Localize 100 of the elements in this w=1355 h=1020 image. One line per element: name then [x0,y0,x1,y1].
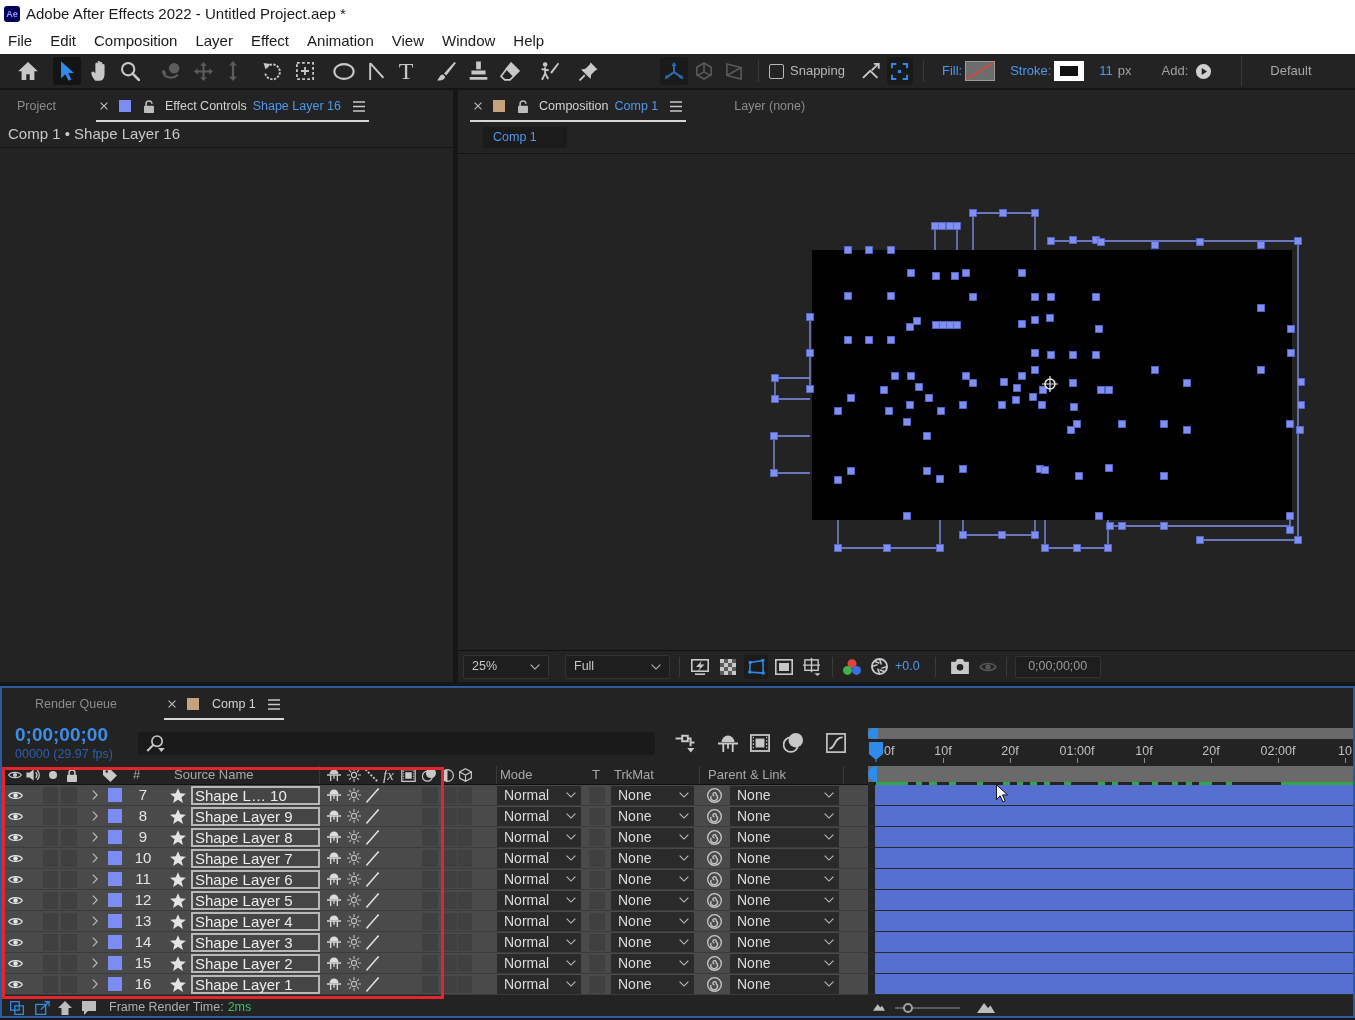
stroke-swatch[interactable] [1054,61,1085,81]
slash-icon[interactable] [366,976,379,992]
mode-dropdown[interactable]: Normal [497,785,581,805]
parent-dropdown[interactable]: None [730,932,839,952]
parent-dropdown[interactable]: None [730,785,839,805]
menu-item[interactable]: Help [513,29,545,53]
dome-icon[interactable] [327,873,341,885]
layer-name[interactable]: Shape Layer 4 [191,911,320,931]
exposure-value[interactable]: +0.0 [895,657,920,676]
switch-box[interactable] [444,870,457,888]
switch-box[interactable] [61,786,77,804]
sun-icon[interactable] [347,935,361,949]
mode-dropdown[interactable]: Normal [497,806,581,826]
spiral-icon[interactable] [707,955,722,971]
mode-dropdown[interactable]: Normal [497,911,581,931]
layer-row[interactable]: 11 Shape Layer 6 Normal None None [2,869,868,890]
label-swatch[interactable] [108,893,122,907]
slash-icon[interactable] [366,955,379,971]
snap-option-button[interactable] [886,57,913,85]
menu-item[interactable]: Animation [307,29,374,53]
spiral-icon[interactable] [707,892,722,908]
sun-icon[interactable] [347,872,361,886]
timecode-field[interactable]: 0;00;00;00 [1014,655,1101,678]
overlapping-squares-icon[interactable] [10,1000,24,1015]
label-swatch[interactable] [108,914,122,928]
expand-chevron-icon[interactable] [92,937,98,947]
lock-icon[interactable] [518,99,528,113]
parent-dropdown[interactable]: None [730,890,839,910]
switch-box[interactable] [444,912,457,930]
layer-row[interactable]: 15 Shape Layer 2 Normal None None [2,953,868,974]
spiral-icon[interactable] [707,808,722,824]
current-time[interactable]: 0;00;00;00 [15,725,135,745]
slash-icon[interactable] [366,829,379,845]
speech-bubble-icon[interactable] [82,1000,96,1015]
mode-dropdown[interactable]: Normal [497,974,581,994]
switch-box[interactable] [589,786,605,804]
camera-icon[interactable] [950,659,969,674]
expand-chevron-icon[interactable] [92,790,98,800]
dome-icon[interactable] [327,957,341,969]
expand-chevron-icon[interactable] [92,895,98,905]
menu-item[interactable]: Composition [94,29,178,53]
slash-icon[interactable] [366,871,379,887]
sun-icon[interactable] [347,788,361,802]
spiral-icon[interactable] [707,934,722,950]
lock-icon[interactable] [143,99,154,113]
layer-row[interactable]: 10 Shape Layer 7 Normal None None [2,848,868,869]
up-arrow-icon[interactable] [58,1000,72,1015]
layer-name[interactable]: Shape Layer 2 [191,953,320,973]
layer-row[interactable]: 16 Shape Layer 1 Normal None None [2,974,868,995]
sun-icon[interactable] [347,851,361,865]
switch-box[interactable] [444,891,457,909]
label-swatch[interactable] [108,851,122,865]
dome-icon[interactable] [718,734,738,752]
sun-icon[interactable] [347,977,361,991]
sun-icon[interactable] [347,893,361,907]
label-swatch[interactable] [108,956,122,970]
sun-icon[interactable] [347,830,361,844]
dome-icon[interactable] [327,789,341,801]
dome-icon[interactable] [327,894,341,906]
mountain-large-icon[interactable] [977,1002,995,1013]
layer-row[interactable]: 14 Shape Layer 3 Normal None None [2,932,868,953]
layer-row[interactable]: 13 Shape Layer 4 Normal None None [2,911,868,932]
spiral-icon[interactable] [707,976,722,992]
parent-dropdown[interactable]: None [730,869,839,889]
expand-chevron-icon[interactable] [92,979,98,989]
expand-chevron-icon[interactable] [92,916,98,926]
mode-dropdown[interactable]: Normal [497,869,581,889]
tool-button[interactable]: T [392,57,420,85]
close-icon[interactable] [168,700,176,708]
track-matte-dropdown[interactable]: None [611,785,694,805]
slash-icon[interactable] [366,913,379,929]
resolution-dropdown[interactable]: Full [565,654,670,679]
search-field[interactable] [138,731,655,755]
label-swatch[interactable] [108,809,122,823]
slash-icon[interactable] [366,787,379,803]
slash-icon[interactable] [366,892,379,908]
label-swatch[interactable] [108,935,122,949]
view-option-button[interactable] [744,654,768,679]
slash-icon[interactable] [366,850,379,866]
tab-subject[interactable]: Comp 1 [614,96,659,116]
composition-breadcrumb[interactable]: Comp 1 [483,127,567,148]
spiral-icon[interactable] [707,913,722,929]
slash-icon[interactable] [366,934,379,950]
panel-tab[interactable]: Composition Comp 1 [470,92,687,122]
dome-icon[interactable] [327,915,341,927]
parent-dropdown[interactable]: None [730,806,839,826]
film-icon[interactable] [750,734,770,752]
zoom-slider[interactable] [895,1001,960,1014]
switch-box[interactable] [422,786,438,804]
layer-name[interactable]: Shape Layer 8 [191,827,320,847]
track-matte-dropdown[interactable]: None [611,827,694,847]
navigator-handle[interactable] [868,728,878,739]
expand-chevron-icon[interactable] [92,832,98,842]
layer-row[interactable]: 7 Shape L… 10 Normal None None [2,785,868,806]
tab-subject[interactable]: Shape Layer 16 [252,96,341,116]
sun-icon[interactable] [347,809,361,823]
menu-item[interactable]: Effect [250,29,290,53]
expand-chevron-icon[interactable] [92,811,98,821]
expand-chevron-icon[interactable] [92,874,98,884]
close-icon[interactable] [474,102,482,110]
